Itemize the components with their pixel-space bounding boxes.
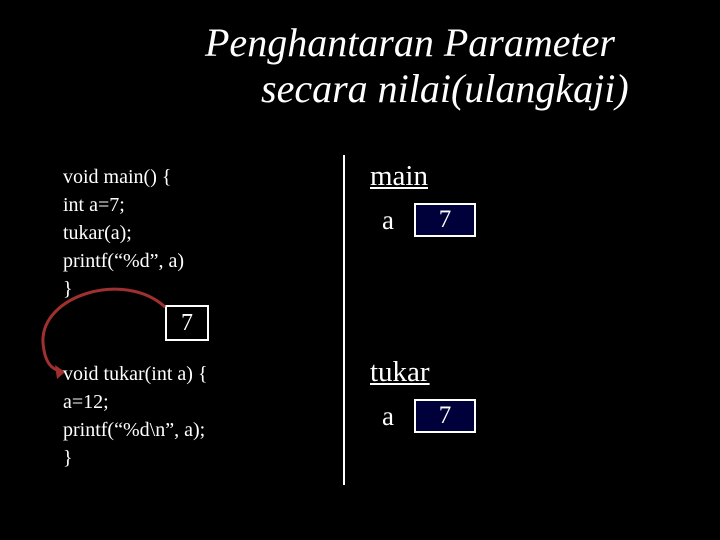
slide: Penghantaran Parameter secara nilai(ulan… bbox=[0, 0, 720, 540]
var-value-box: 7 bbox=[414, 203, 476, 237]
var-value-box: 7 bbox=[414, 399, 476, 433]
code-block-main: void main() { int a=7; tukar(a); printf(… bbox=[63, 163, 184, 303]
title-line-1: Penghantaran Parameter bbox=[205, 20, 615, 65]
stack-var-main-a: a 7 bbox=[382, 203, 476, 237]
stack-var-tukar-a: a 7 bbox=[382, 399, 476, 433]
vertical-divider bbox=[343, 155, 345, 485]
stack-heading-main: main bbox=[370, 160, 428, 193]
title-line-2: secara nilai(ulangkaji) bbox=[205, 66, 629, 111]
slide-title: Penghantaran Parameter secara nilai(ulan… bbox=[205, 20, 705, 112]
code-block-tukar: void tukar(int a) { a=12; printf(“%d\n”,… bbox=[63, 360, 208, 472]
passed-value-box: 7 bbox=[165, 305, 209, 341]
var-label: a bbox=[382, 401, 394, 432]
var-label: a bbox=[382, 205, 394, 236]
stack-heading-tukar: tukar bbox=[370, 356, 430, 389]
